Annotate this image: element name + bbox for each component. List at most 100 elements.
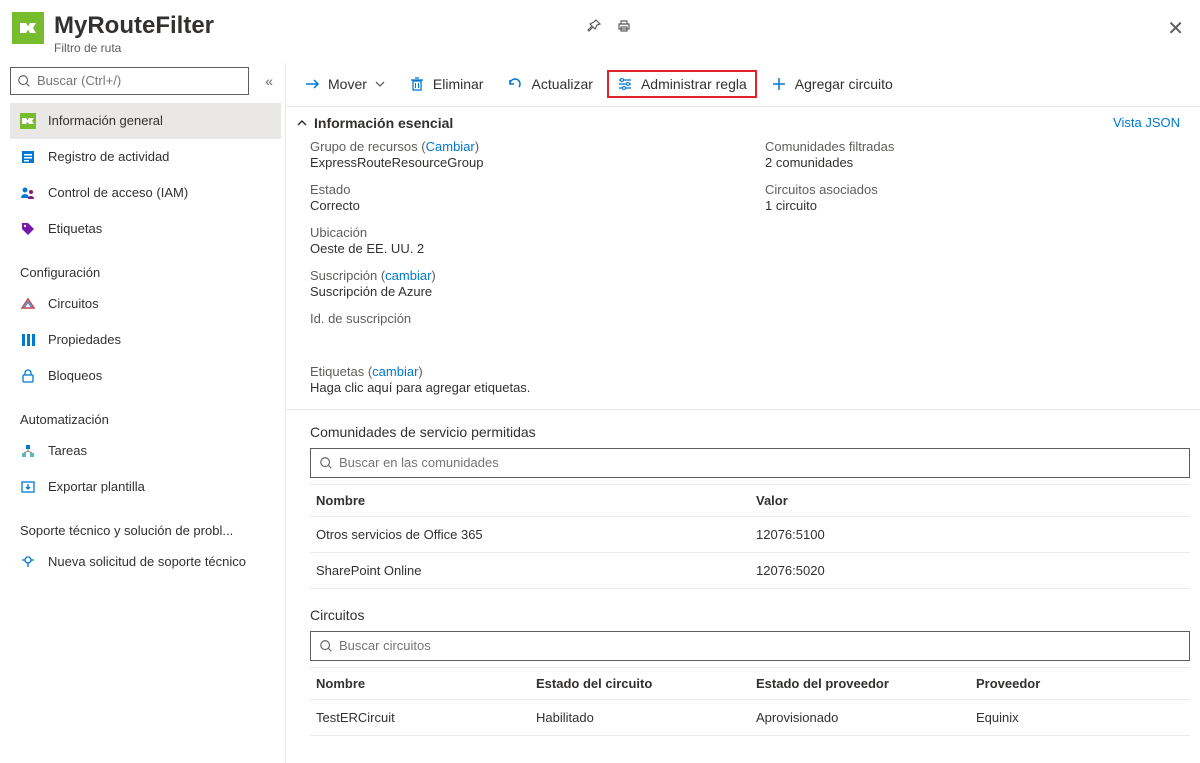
change-tags-link[interactable]: cambiar xyxy=(372,364,418,379)
sidebar-label: Información general xyxy=(48,113,163,128)
tasks-icon xyxy=(20,443,36,459)
search-icon xyxy=(17,74,31,88)
circuits-search-input[interactable] xyxy=(333,638,1181,653)
refresh-button[interactable]: Actualizar xyxy=(497,70,602,98)
route-filter-icon-small xyxy=(20,113,36,129)
col-name[interactable]: Nombre xyxy=(310,667,530,699)
sidebar-item-overview[interactable]: Información general xyxy=(10,103,281,139)
add-tags-link[interactable]: Haga clic aquí para agregar etiquetas. xyxy=(310,380,735,395)
move-button[interactable]: Mover xyxy=(294,70,395,98)
sidebar-section-automation: Automatización xyxy=(10,394,281,433)
json-view-link[interactable]: Vista JSON xyxy=(1113,115,1180,130)
page-title: MyRouteFilter xyxy=(54,12,586,41)
sidebar-label: Registro de actividad xyxy=(48,149,169,164)
change-subscription-link[interactable]: cambiar xyxy=(385,268,431,283)
sidebar-label: Nueva solicitud de soporte técnico xyxy=(48,554,246,569)
toolbar-label: Agregar circuito xyxy=(795,76,893,92)
communities-search-input[interactable] xyxy=(333,455,1181,470)
col-name[interactable]: Nombre xyxy=(310,484,750,516)
sidebar-label: Etiquetas xyxy=(48,221,102,236)
circuits-title: Circuitos xyxy=(310,607,1190,623)
sidebar-item-new-support-request[interactable]: Nueva solicitud de soporte técnico xyxy=(10,544,281,580)
table-row[interactable]: SharePoint Online 12076:5020 xyxy=(310,552,1190,588)
pin-icon[interactable] xyxy=(586,18,602,34)
search-icon xyxy=(319,639,333,653)
sidebar-item-properties[interactable]: Propiedades xyxy=(10,322,281,358)
essentials-title: Información esencial xyxy=(314,115,1113,131)
communities-table: Nombre Valor Otros servicios de Office 3… xyxy=(310,484,1190,589)
manage-rule-button[interactable]: Administrar regla xyxy=(607,70,757,98)
table-row[interactable]: TestERCircuit Habilitado Aprovisionado E… xyxy=(310,699,1190,735)
sidebar-section-config: Configuración xyxy=(10,247,281,286)
refresh-icon xyxy=(507,76,523,92)
chevron-down-icon xyxy=(375,79,385,89)
close-button[interactable]: ✕ xyxy=(1163,12,1188,45)
col-provider[interactable]: Proveedor xyxy=(970,667,1190,699)
delete-button[interactable]: Eliminar xyxy=(399,70,494,98)
plus-icon xyxy=(771,76,787,92)
toolbar-label: Administrar regla xyxy=(641,76,747,92)
sidebar-item-export-template[interactable]: Exportar plantilla xyxy=(10,469,281,505)
ess-communities: Comunidades filtradas 2 comunidades xyxy=(765,139,1190,170)
properties-icon xyxy=(20,332,36,348)
export-template-icon xyxy=(20,479,36,495)
sidebar-label: Exportar plantilla xyxy=(48,479,145,494)
col-provider-state[interactable]: Estado del proveedor xyxy=(750,667,970,699)
ess-tags: Etiquetas (cambiar) Haga clic aquí para … xyxy=(310,364,735,395)
sidebar-label: Tareas xyxy=(48,443,87,458)
sliders-icon xyxy=(617,76,633,92)
communities-title: Comunidades de servicio permitidas xyxy=(310,424,1190,440)
print-icon[interactable] xyxy=(616,18,632,34)
tags-icon xyxy=(20,221,36,237)
change-resource-group-link[interactable]: Cambiar xyxy=(426,139,475,154)
sidebar-search[interactable] xyxy=(10,67,249,95)
ess-subscription-id: Id. de suscripción xyxy=(310,311,735,342)
page-subtitle: Filtro de ruta xyxy=(54,41,586,55)
circuits-section: Circuitos Nombre Estado del circuito Est… xyxy=(286,593,1200,740)
resource-group-link[interactable]: ExpressRouteResourceGroup xyxy=(310,155,735,170)
add-circuit-button[interactable]: Agregar circuito xyxy=(761,70,903,98)
communities-section: Comunidades de servicio permitidas Nombr… xyxy=(286,410,1200,593)
access-control-icon xyxy=(20,185,36,201)
sidebar-search-input[interactable] xyxy=(31,73,242,88)
lock-icon xyxy=(20,368,36,384)
sidebar-label: Propiedades xyxy=(48,332,121,347)
sidebar-label: Bloqueos xyxy=(48,368,102,383)
sidebar-item-tags[interactable]: Etiquetas xyxy=(10,211,281,247)
essentials-header[interactable]: Información esencial Vista JSON xyxy=(286,107,1200,139)
support-icon xyxy=(20,554,36,570)
circuits-table: Nombre Estado del circuito Estado del pr… xyxy=(310,667,1190,736)
table-row[interactable]: Otros servicios de Office 365 12076:5100 xyxy=(310,516,1190,552)
toolbar-label: Actualizar xyxy=(531,76,592,92)
sidebar-section-support: Soporte técnico y solución de probl... xyxy=(10,505,281,544)
circuits-icon xyxy=(20,296,36,312)
ess-resource-group: Grupo de recursos (Cambiar) ExpressRoute… xyxy=(310,139,735,170)
essentials-panel: Información esencial Vista JSON Grupo de… xyxy=(286,107,1200,410)
ess-circuits: Circuitos asociados 1 circuito xyxy=(765,182,1190,213)
sidebar: « Información general Registro de activi… xyxy=(0,63,285,763)
sidebar-label: Control de acceso (IAM) xyxy=(48,185,188,200)
chevron-up-icon xyxy=(296,117,308,129)
toolbar-label: Mover xyxy=(328,76,367,92)
sidebar-item-circuits[interactable]: Circuitos xyxy=(10,286,281,322)
main-content: Mover Eliminar Actualizar Administrar re… xyxy=(285,63,1200,763)
sidebar-item-locks[interactable]: Bloqueos xyxy=(10,358,281,394)
route-filter-icon xyxy=(12,12,44,44)
collapse-sidebar-button[interactable]: « xyxy=(259,73,279,89)
subscription-link[interactable]: Suscripción de Azure xyxy=(310,284,735,299)
toolbar: Mover Eliminar Actualizar Administrar re… xyxy=(286,63,1200,107)
search-icon xyxy=(319,456,333,470)
sidebar-item-access-control[interactable]: Control de acceso (IAM) xyxy=(10,175,281,211)
sidebar-label: Circuitos xyxy=(48,296,99,311)
col-circuit-state[interactable]: Estado del circuito xyxy=(530,667,750,699)
ess-subscription: Suscripción (cambiar) Suscripción de Azu… xyxy=(310,268,735,299)
sidebar-item-activity-log[interactable]: Registro de actividad xyxy=(10,139,281,175)
circuits-search[interactable] xyxy=(310,631,1190,661)
col-value[interactable]: Valor xyxy=(750,484,1190,516)
communities-search[interactable] xyxy=(310,448,1190,478)
arrow-right-icon xyxy=(304,76,320,92)
ess-state: Estado Correcto xyxy=(310,182,735,213)
activity-log-icon xyxy=(20,149,36,165)
sidebar-item-tasks[interactable]: Tareas xyxy=(10,433,281,469)
toolbar-label: Eliminar xyxy=(433,76,484,92)
